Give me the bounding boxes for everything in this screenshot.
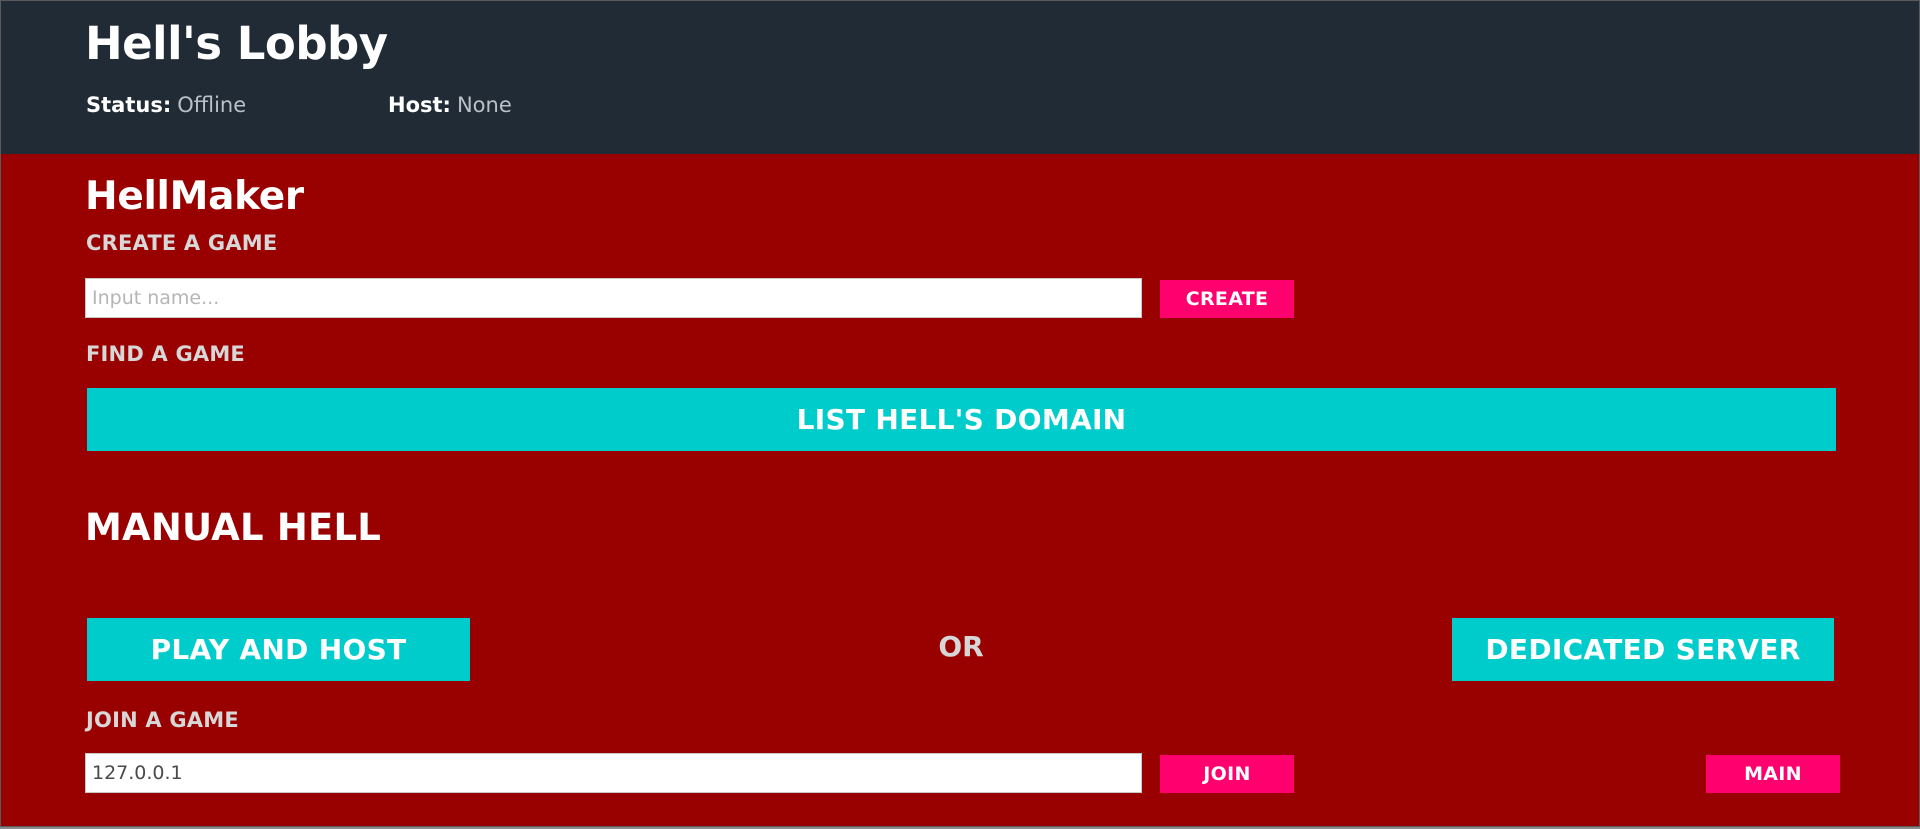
app-title: Hell's Lobby [85,17,388,70]
find-game-label: FIND A GAME [86,342,245,366]
create-game-label: CREATE A GAME [86,231,278,255]
host-value: None [456,93,512,117]
create-button[interactable]: CREATE [1160,280,1294,318]
join-game-label: JOIN A GAME [86,708,239,732]
dedicated-server-button[interactable]: DEDICATED SERVER [1452,618,1834,681]
play-and-host-button[interactable]: PLAY AND HOST [87,618,470,681]
lobby-panel: HellMaker CREATE A GAME CREATE FIND A GA… [1,154,1919,826]
host-label: Host: [388,93,451,117]
hellmaker-title: HellMaker [85,174,304,219]
status-indicator: Status: Offline [86,93,246,117]
manual-hell-title: MANUAL HELL [85,506,382,549]
join-address-input[interactable] [85,753,1142,793]
or-separator: OR [938,630,984,663]
list-domain-button[interactable]: LIST HELL'S DOMAIN [87,388,1836,451]
status-label: Status: [86,93,172,117]
header-bar: Hell's Lobby Status: Offline Host: None [1,1,1919,154]
main-menu-button[interactable]: MAIN [1706,755,1840,793]
game-name-input[interactable] [85,278,1142,318]
host-indicator: Host: None [388,93,512,117]
join-button[interactable]: JOIN [1160,755,1294,793]
lobby-window: Hell's Lobby Status: Offline Host: None He… [0,0,1920,827]
status-value: Offline [177,93,247,117]
